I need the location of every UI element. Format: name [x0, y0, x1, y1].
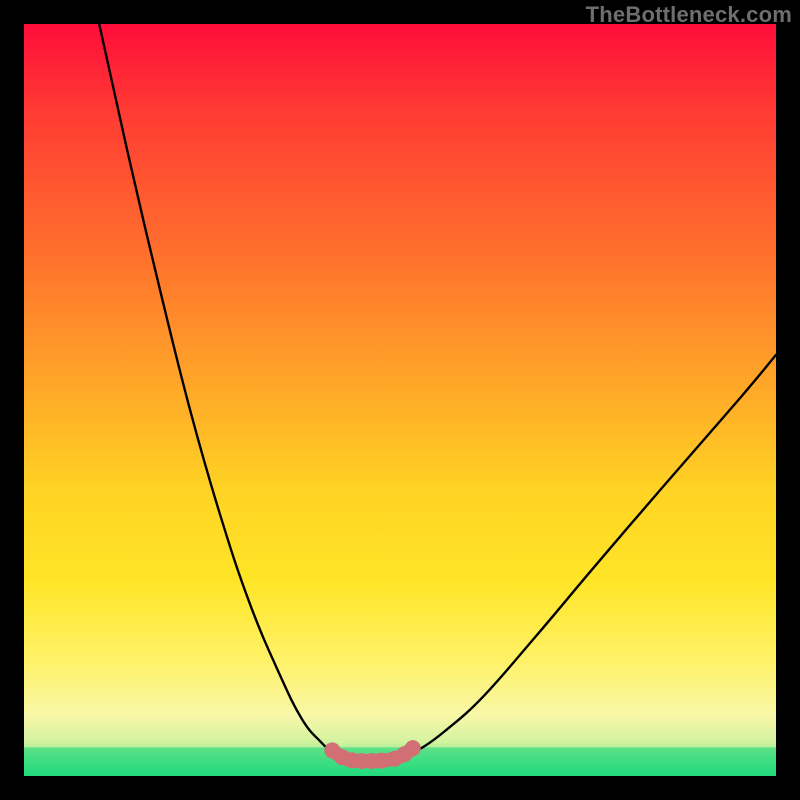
chart-frame: TheBottleneck.com: [0, 0, 800, 800]
bottleneck-chart: [24, 24, 776, 776]
watermark-text: TheBottleneck.com: [586, 2, 792, 28]
gradient-background: [24, 24, 776, 776]
plot-area: [24, 24, 776, 776]
valley-marker: [405, 740, 421, 756]
valley-marker: [373, 753, 389, 769]
